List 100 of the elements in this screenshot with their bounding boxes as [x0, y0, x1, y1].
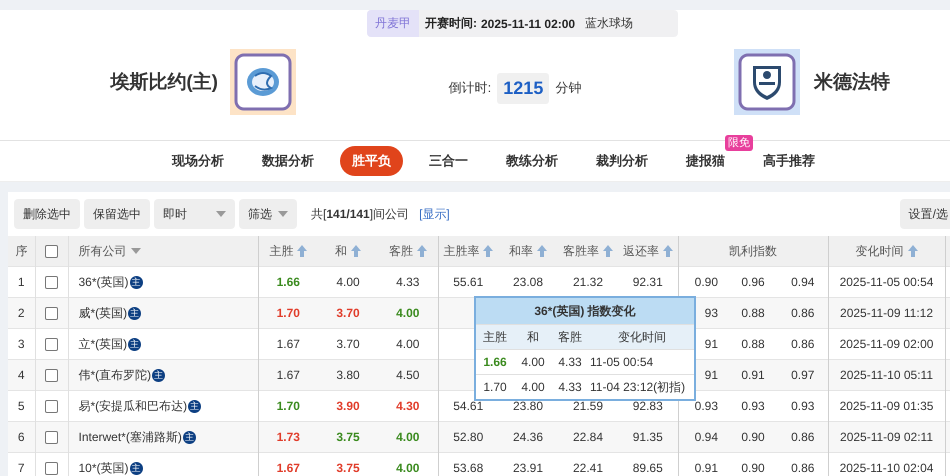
odds-cell: 3.75 — [318, 452, 378, 476]
sort-arrow-icon — [603, 245, 613, 257]
kelly-cell: 0.90 — [728, 422, 778, 452]
select-all-checkbox[interactable] — [45, 245, 58, 258]
row-checkbox[interactable] — [45, 338, 58, 352]
row-number: 2 — [8, 298, 35, 328]
caret-icon — [130, 248, 140, 254]
column-header: 凯利指数 — [678, 236, 828, 266]
odds-cell: 1.67 — [258, 360, 318, 390]
caret-icon — [278, 211, 288, 217]
time-cell: 2025-11-10 05:11 — [828, 360, 946, 390]
home-team-name: 埃斯比约(主) — [109, 70, 219, 95]
kelly-cell: 0.91 — [728, 360, 778, 390]
dropdown[interactable]: 即时 — [154, 199, 235, 229]
dropdown[interactable]: 筛选 — [239, 199, 297, 229]
company-name[interactable]: Interwet*(塞浦路斯) — [78, 430, 182, 444]
settings-button[interactable]: 设置/选 — [900, 199, 950, 229]
popup-column-header: 主胜 — [482, 328, 508, 346]
odds-cell: 4.50 — [378, 360, 438, 390]
kelly-cell: 0.86 — [778, 298, 828, 328]
league-tag: 丹麦甲 — [367, 10, 419, 37]
nav-tab[interactable]: 教练分析 — [494, 146, 570, 176]
kelly-cell: 0.88 — [728, 298, 778, 328]
caret-icon — [216, 211, 226, 217]
row-checkbox[interactable] — [45, 369, 58, 382]
venue: 蓝水球场 — [585, 15, 634, 32]
company-name[interactable]: 易*(安提瓜和巴布达) — [78, 398, 188, 412]
time-cell: 2025-11-10 02:04 — [828, 452, 946, 476]
nav-tab[interactable]: 三合一 — [417, 146, 480, 176]
nav-tab[interactable]: 裁判分析 — [584, 146, 660, 176]
nav-tab[interactable]: 现场分析 — [160, 146, 236, 176]
popup-odds-cell-text: 4.00 — [520, 355, 546, 369]
toolbar-button[interactable]: 删除选中 — [14, 199, 80, 229]
odds-cell: 3.80 — [318, 360, 378, 390]
rate-cell: 24.36 — [498, 422, 558, 452]
odds-cell: 4.00 — [378, 298, 438, 328]
rate-cell: 53.68 — [438, 452, 498, 476]
column-header[interactable]: 所有公司 — [78, 242, 140, 260]
rate-cell: 89.65 — [618, 452, 678, 476]
sort-arrow-icon — [908, 245, 918, 257]
rate-cell: 22.84 — [558, 422, 618, 452]
popup-odds-cell-text: 1.66 — [482, 355, 508, 369]
column-header: 序 — [8, 236, 35, 266]
row-checkbox[interactable] — [45, 431, 58, 444]
company-name[interactable]: 伟*(直布罗陀) — [78, 368, 152, 382]
kelly-cell: 0.90 — [728, 452, 778, 476]
rate-cell: 52.80 — [438, 422, 498, 452]
kelly-cell: 0.97 — [778, 360, 828, 390]
rate-cell: 91.35 — [618, 422, 678, 452]
countdown-value: 1215 — [497, 72, 550, 104]
row-number: 4 — [8, 360, 35, 390]
home-badge: 主 — [130, 462, 143, 475]
countdown-unit: 分钟 — [555, 79, 582, 97]
odds-cell: 3.75 — [318, 422, 378, 452]
company-name[interactable]: 立*(英国) — [78, 336, 128, 350]
time-cell: 2025-11-09 11:12 — [828, 298, 946, 328]
popup-time-cell-text: 11-05 00:54 — [589, 355, 654, 369]
sort-arrow-icon — [537, 245, 547, 257]
company-name[interactable]: 36*(英国) — [78, 274, 129, 288]
odds-cell: 3.70 — [318, 298, 378, 328]
away-team-logo — [734, 49, 800, 115]
toolbar-button[interactable]: 保留选中 — [84, 199, 150, 229]
company-name[interactable]: 10*(英国) — [78, 460, 129, 474]
nav-tab[interactable]: 胜平负 — [340, 146, 403, 176]
popup-column-header: 客胜 — [557, 328, 583, 346]
popup-title: 36*(英国) 指数变化 — [476, 298, 694, 324]
rate-cell: 22.41 — [558, 452, 618, 476]
row-checkbox[interactable] — [45, 462, 58, 476]
company-count: 共[141/141]间公司 — [311, 206, 410, 222]
odds-cell: 4.00 — [378, 422, 438, 452]
row-checkbox[interactable] — [45, 276, 58, 290]
away-team-name: 米德法特 — [812, 71, 890, 95]
kelly-cell: 0.86 — [778, 452, 828, 476]
sort-arrow-icon — [416, 245, 427, 257]
free-badge: 限免 — [725, 135, 753, 151]
row-checkbox[interactable] — [45, 400, 58, 414]
row-number: 6 — [8, 422, 35, 452]
odds-cell: 4.00 — [378, 452, 438, 476]
sort-arrow-icon — [483, 245, 494, 257]
home-badge: 主 — [182, 430, 196, 444]
kickoff-time: 2025-11-11 02:00 — [481, 16, 576, 30]
home-badge: 主 — [130, 276, 143, 289]
row-number: 7 — [8, 452, 35, 476]
home-badge: 主 — [188, 400, 202, 413]
row-checkbox[interactable] — [45, 307, 58, 320]
time-cell: 2025-11-09 02:11 — [828, 422, 946, 452]
odds-cell: 1.70 — [258, 298, 318, 328]
home-team-logo — [230, 49, 296, 115]
sort-arrow-icon — [351, 245, 361, 257]
nav-tab[interactable]: 高手推荐 — [751, 146, 827, 176]
popup-column-header: 变化时间 — [617, 328, 667, 346]
nav-tab[interactable]: 数据分析 — [250, 146, 326, 176]
company-name[interactable]: 威*(英国) — [78, 306, 128, 320]
popup-column-header: 和 — [526, 328, 540, 346]
rate-cell: 23.91 — [498, 452, 558, 476]
sort-arrow-icon — [662, 245, 673, 257]
show-link[interactable]: [显示] — [419, 206, 450, 222]
popup-odds-cell-text: 4.33 — [557, 355, 583, 369]
home-badge: 主 — [128, 306, 142, 320]
home-badge: 主 — [128, 338, 142, 351]
